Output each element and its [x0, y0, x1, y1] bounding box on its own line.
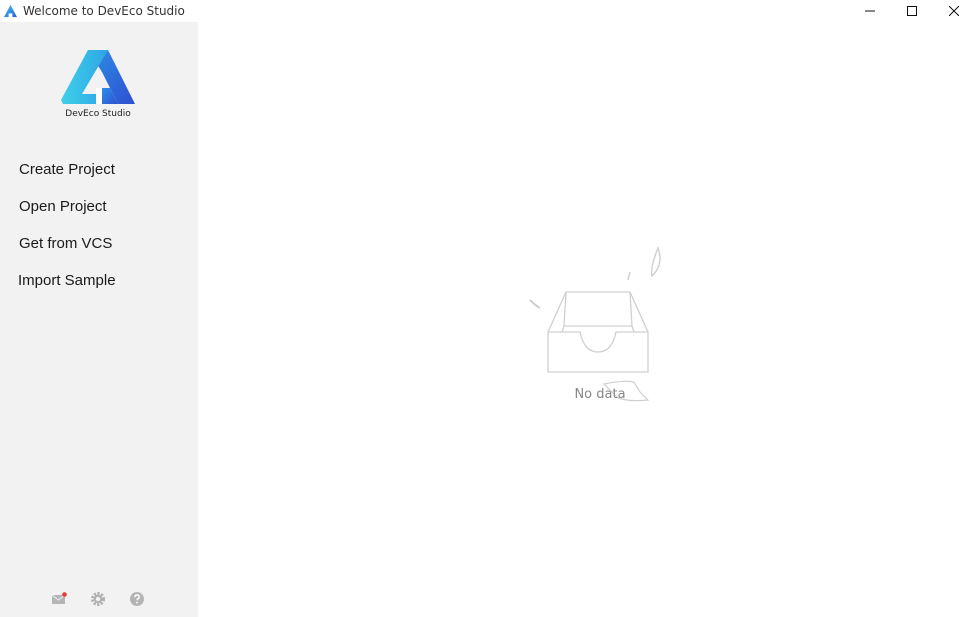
mail-icon: [51, 592, 67, 604]
deveco-logo: DevEco Studio: [58, 48, 138, 119]
window-controls: [849, 0, 975, 22]
close-button[interactable]: [933, 0, 975, 22]
bottom-toolbar: [50, 590, 167, 608]
welcome-window: Welcome to DevEco Studio DevEco Studio C…: [0, 0, 975, 617]
main-panel: No data: [198, 22, 975, 617]
create-project-button[interactable]: Create Project: [19, 160, 116, 197]
window-title: Welcome to DevEco Studio: [23, 4, 185, 18]
title-bar: Welcome to DevEco Studio: [0, 0, 975, 22]
logo-text: DevEco Studio: [65, 109, 131, 119]
settings-icon: [91, 592, 105, 606]
sidebar: DevEco Studio Create Project Open Projec…: [0, 22, 198, 617]
no-data-label: No data: [574, 387, 626, 402]
sidebar-menu: Create Project Open Project Get from VCS…: [18, 160, 116, 308]
empty-tray-icon: [529, 246, 661, 402]
minimize-icon: [865, 10, 875, 12]
deveco-app-icon: [3, 4, 18, 17]
open-project-button[interactable]: Open Project: [19, 197, 116, 234]
get-from-vcs-button[interactable]: Get from VCS: [19, 234, 116, 271]
maximize-button[interactable]: [891, 0, 933, 22]
notifications-button[interactable]: [50, 590, 68, 608]
settings-button[interactable]: [89, 590, 107, 608]
minimize-button[interactable]: [849, 0, 891, 22]
help-icon: [130, 592, 144, 606]
deveco-logo-icon: [61, 50, 135, 104]
maximize-icon: [907, 6, 917, 16]
help-button[interactable]: [128, 590, 146, 608]
close-icon: [949, 6, 959, 16]
import-sample-button[interactable]: Import Sample: [18, 271, 116, 308]
